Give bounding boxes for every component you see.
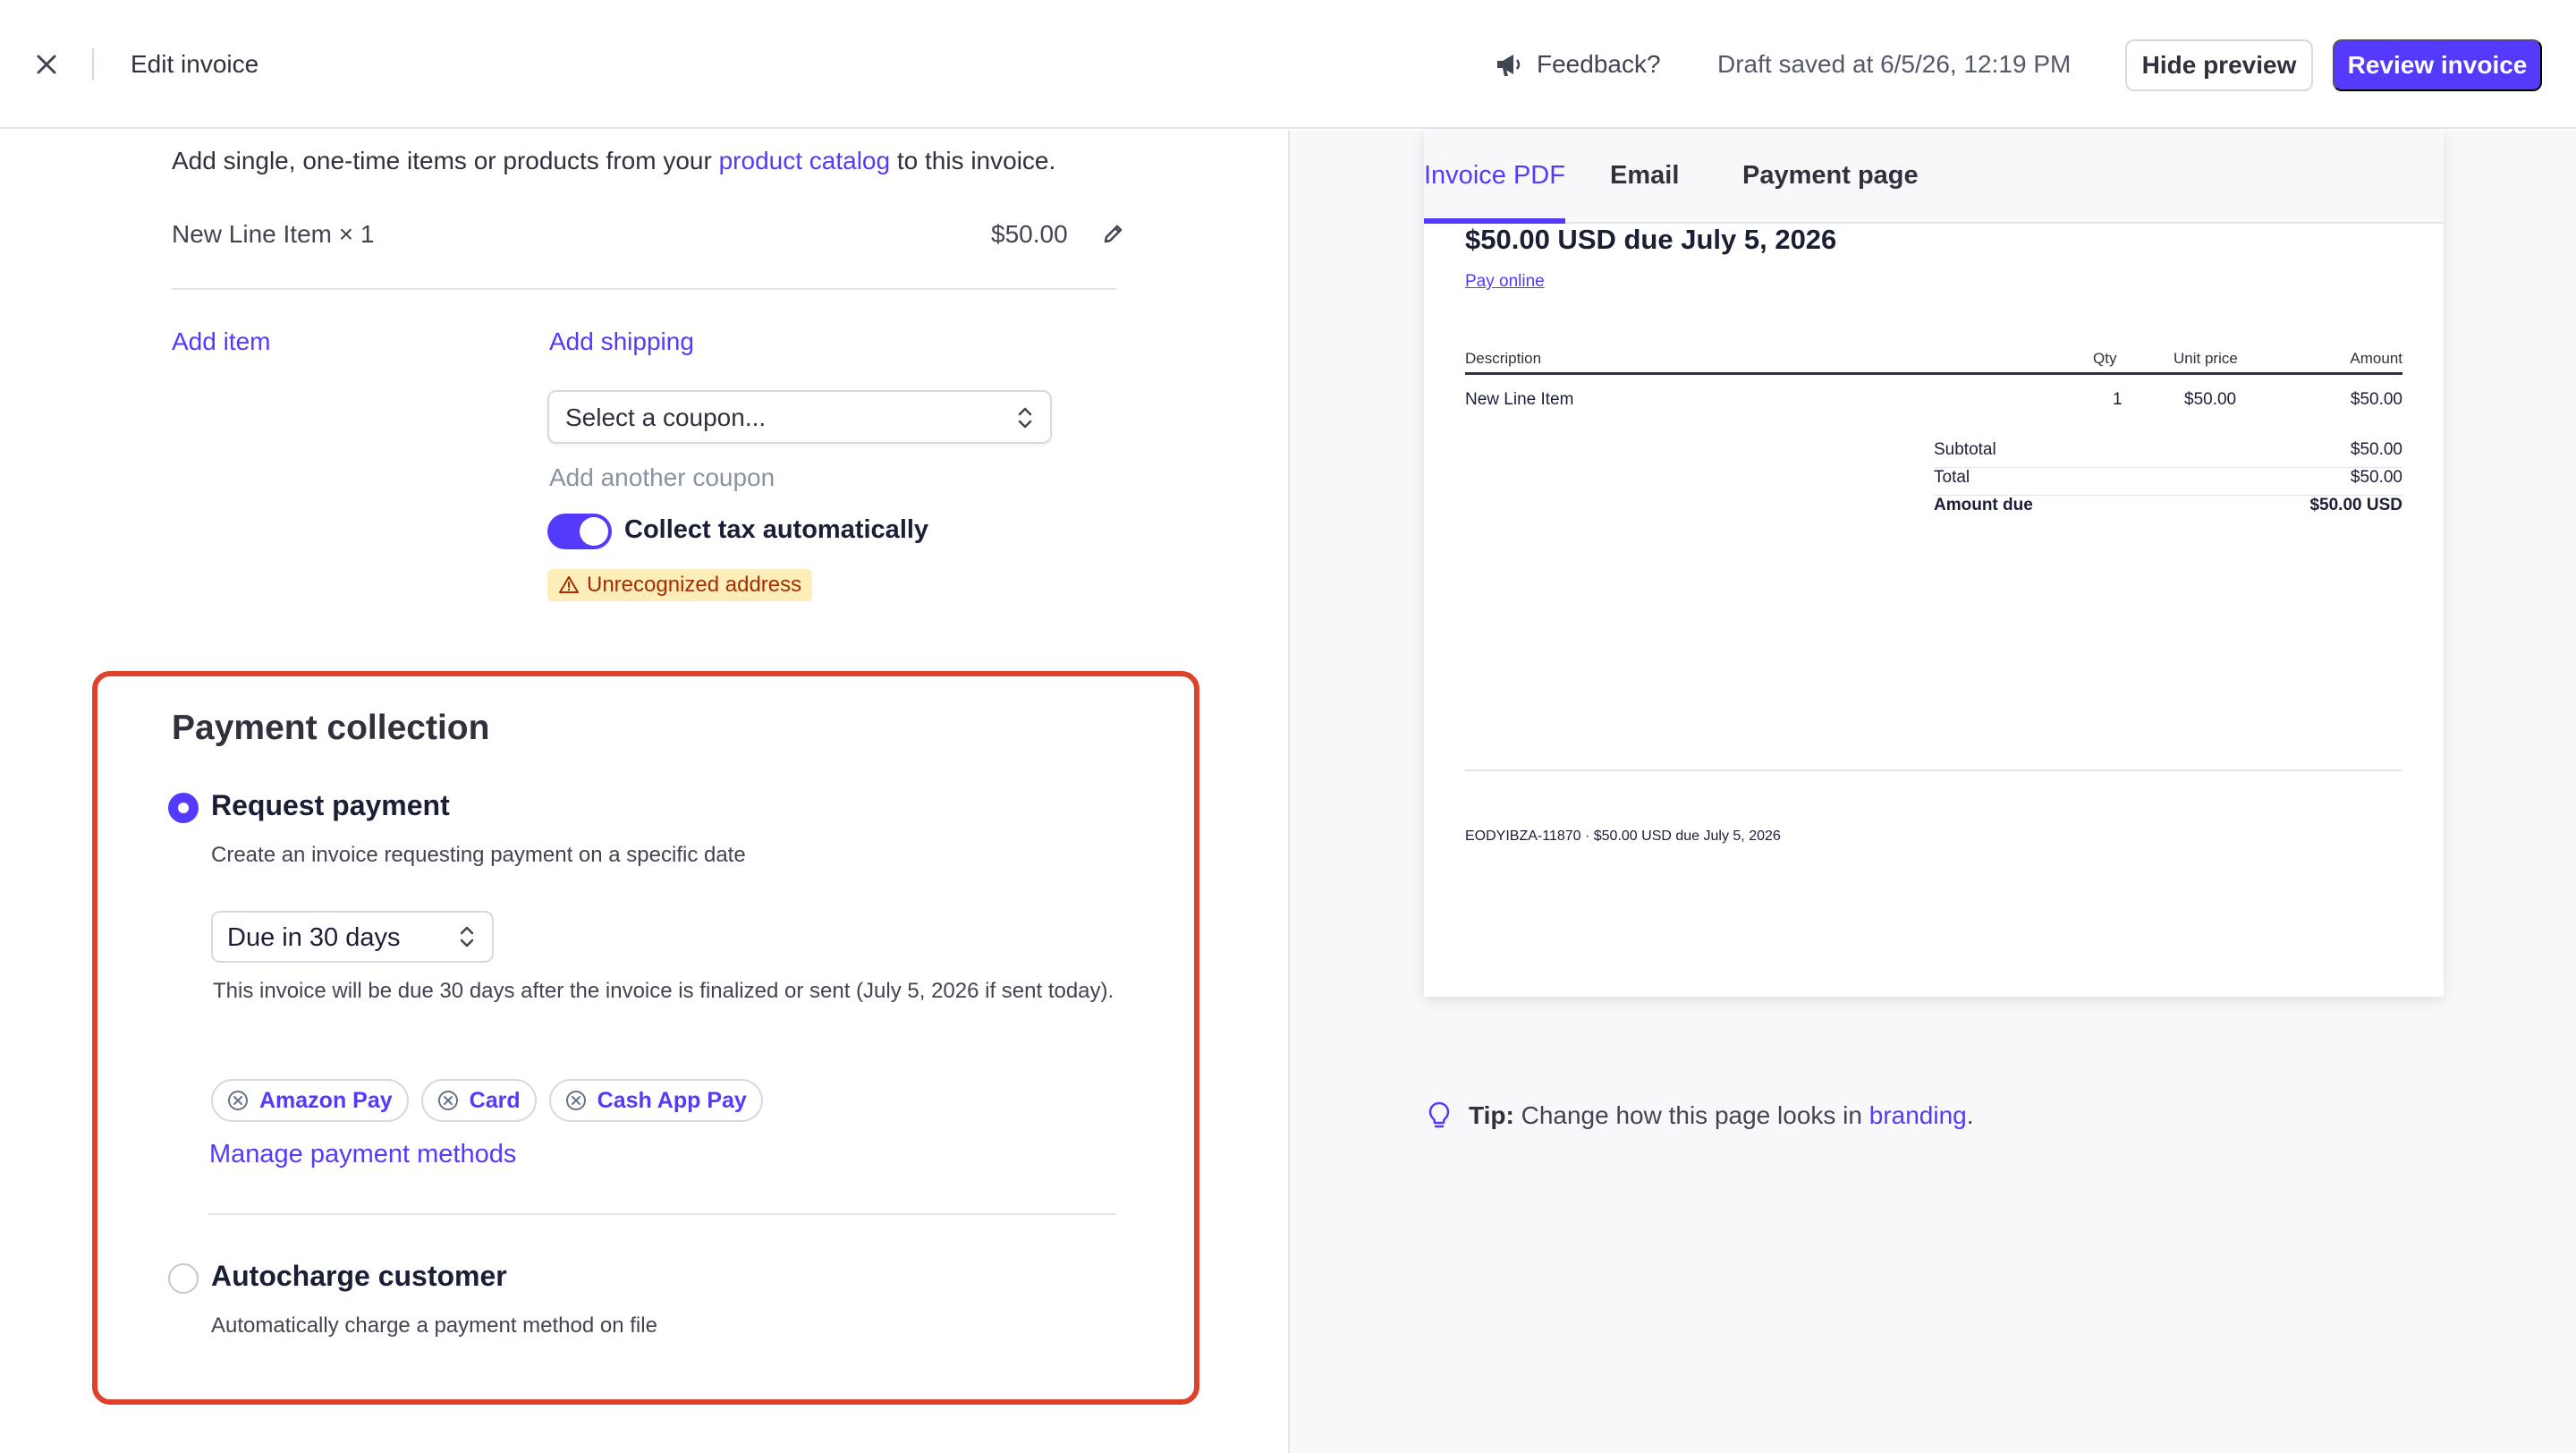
lightbulb-icon [1428, 1101, 1450, 1128]
draft-status: Draft saved at 6/5/26, 12:19 PM [1717, 50, 2072, 78]
megaphone-icon [1497, 55, 1521, 76]
autocharge-description: Automatically charge a payment method on… [211, 1313, 657, 1338]
feedback-label: Feedback? [1537, 50, 1661, 78]
warning-text: Unrecognized address [587, 573, 802, 597]
collect-tax-label: Collect tax automatically [624, 515, 929, 544]
items-divider [172, 288, 1116, 290]
payment-method-chip[interactable]: Amazon Pay [211, 1079, 409, 1122]
remove-circle-icon[interactable] [227, 1090, 249, 1111]
pencil-icon [1104, 225, 1123, 243]
invoice-summary: Subtotal $50.00 Total $50.00 Amount due … [1934, 440, 2402, 523]
manage-payment-methods-link[interactable]: Manage payment methods [209, 1140, 516, 1169]
row-qty: 1 [2113, 390, 2123, 409]
payment-methods-list: Amazon Pay Card Cash App Pay [211, 1079, 763, 1122]
payment-method-label: Amazon Pay [259, 1087, 393, 1113]
invoice-preview-card: Invoice PDF Email Payment page $50.00 US… [1424, 131, 2444, 997]
warning-icon [559, 576, 579, 593]
collect-tax-toggle[interactable] [547, 514, 612, 549]
line-item-name: New Line Item × 1 [172, 220, 375, 248]
toggle-knob [580, 517, 608, 546]
due-date-select[interactable]: Due in 30 days [211, 911, 494, 963]
summary-row: Amount due $50.00 USD [1934, 496, 2402, 514]
add-another-coupon[interactable]: Add another coupon [549, 463, 775, 492]
items-description: Add single, one-time items or products f… [172, 147, 1056, 174]
payment-method-label: Card [469, 1087, 521, 1113]
edit-line-item-button[interactable] [1100, 220, 1127, 247]
invoice-heading: $50.00 USD due July 5, 2026 [1465, 224, 1837, 255]
tab-email[interactable]: Email [1610, 161, 1679, 191]
due-date-value: Due in 30 days [227, 923, 401, 952]
row-unit-price: $50.00 [2184, 390, 2237, 409]
close-icon [37, 55, 56, 74]
row-amount: $50.00 [2350, 390, 2402, 409]
col-qty: Qty [2093, 350, 2117, 367]
tab-invoice-pdf[interactable]: Invoice PDF [1424, 161, 1565, 191]
unrecognized-address-badge: Unrecognized address [547, 569, 813, 601]
request-payment-title[interactable]: Request payment [211, 789, 450, 822]
col-unit-price: Unit price [2174, 350, 2238, 367]
payment-options-divider [208, 1213, 1116, 1215]
review-invoice-button[interactable]: Review invoice [2333, 39, 2542, 91]
product-catalog-link[interactable]: product catalog [719, 147, 890, 174]
invoice-footer: EODYIBZA-11870 · $50.00 USD due July 5, … [1465, 828, 1781, 844]
coupon-placeholder: Select a coupon... [565, 404, 767, 431]
remove-circle-icon[interactable] [565, 1090, 587, 1111]
page-title: Edit invoice [131, 50, 259, 78]
payment-collection-highlight [92, 671, 1199, 1405]
add-shipping-link[interactable]: Add shipping [549, 327, 694, 356]
summary-row: Total $50.00 [1934, 468, 2402, 496]
chevron-up-down-icon [1018, 407, 1032, 429]
close-button[interactable] [30, 48, 63, 81]
col-amount: Amount [2350, 350, 2402, 367]
branding-link[interactable]: branding [1869, 1101, 1967, 1129]
request-payment-radio[interactable] [168, 793, 199, 823]
payment-method-chip[interactable]: Card [420, 1079, 537, 1122]
header-divider [92, 48, 94, 81]
preview-tabs: Invoice PDF Email Payment page [1424, 131, 2444, 224]
col-description: Description [1465, 350, 1542, 367]
tab-payment-page[interactable]: Payment page [1742, 161, 1919, 191]
add-item-link[interactable]: Add item [172, 327, 271, 356]
top-bar: Edit invoice Feedback? Draft saved at 6/… [0, 0, 2576, 129]
remove-circle-icon[interactable] [437, 1090, 459, 1111]
invoice-editor-panel: Add single, one-time items or products f… [0, 131, 1288, 1453]
autocharge-radio[interactable] [168, 1263, 199, 1294]
payment-method-chip[interactable]: Cash App Pay [548, 1079, 763, 1122]
pay-online-link[interactable]: Pay online [1465, 272, 1545, 292]
payment-collection-title: Payment collection [172, 709, 490, 747]
request-payment-description: Create an invoice requesting payment on … [211, 843, 746, 867]
payment-method-label: Cash App Pay [597, 1087, 747, 1113]
tip-text: Tip: Change how this page looks in brand… [1469, 1101, 1974, 1129]
autocharge-title[interactable]: Autocharge customer [211, 1260, 507, 1293]
hide-preview-button[interactable]: Hide preview [2125, 39, 2313, 91]
chevron-up-down-icon [460, 926, 474, 947]
branding-tip: Tip: Change how this page looks in brand… [1426, 1100, 1974, 1131]
invoice-footer-divider [1465, 769, 2402, 771]
row-description: New Line Item [1465, 390, 1574, 409]
due-date-note: This invoice will be due 30 days after t… [213, 979, 1114, 1003]
preview-panel: Invoice PDF Email Payment page $50.00 US… [1288, 131, 2576, 1453]
coupon-select[interactable]: Select a coupon... [547, 390, 1052, 444]
table-row: New Line Item 1 $50.00 $50.00 [1465, 390, 2402, 415]
line-item-amount: $50.00 [991, 220, 1068, 248]
invoice-table-header: Description Qty Unit price Amount [1465, 350, 2402, 375]
summary-row: Subtotal $50.00 [1934, 440, 2402, 468]
feedback-button[interactable]: Feedback? [1494, 48, 1661, 81]
